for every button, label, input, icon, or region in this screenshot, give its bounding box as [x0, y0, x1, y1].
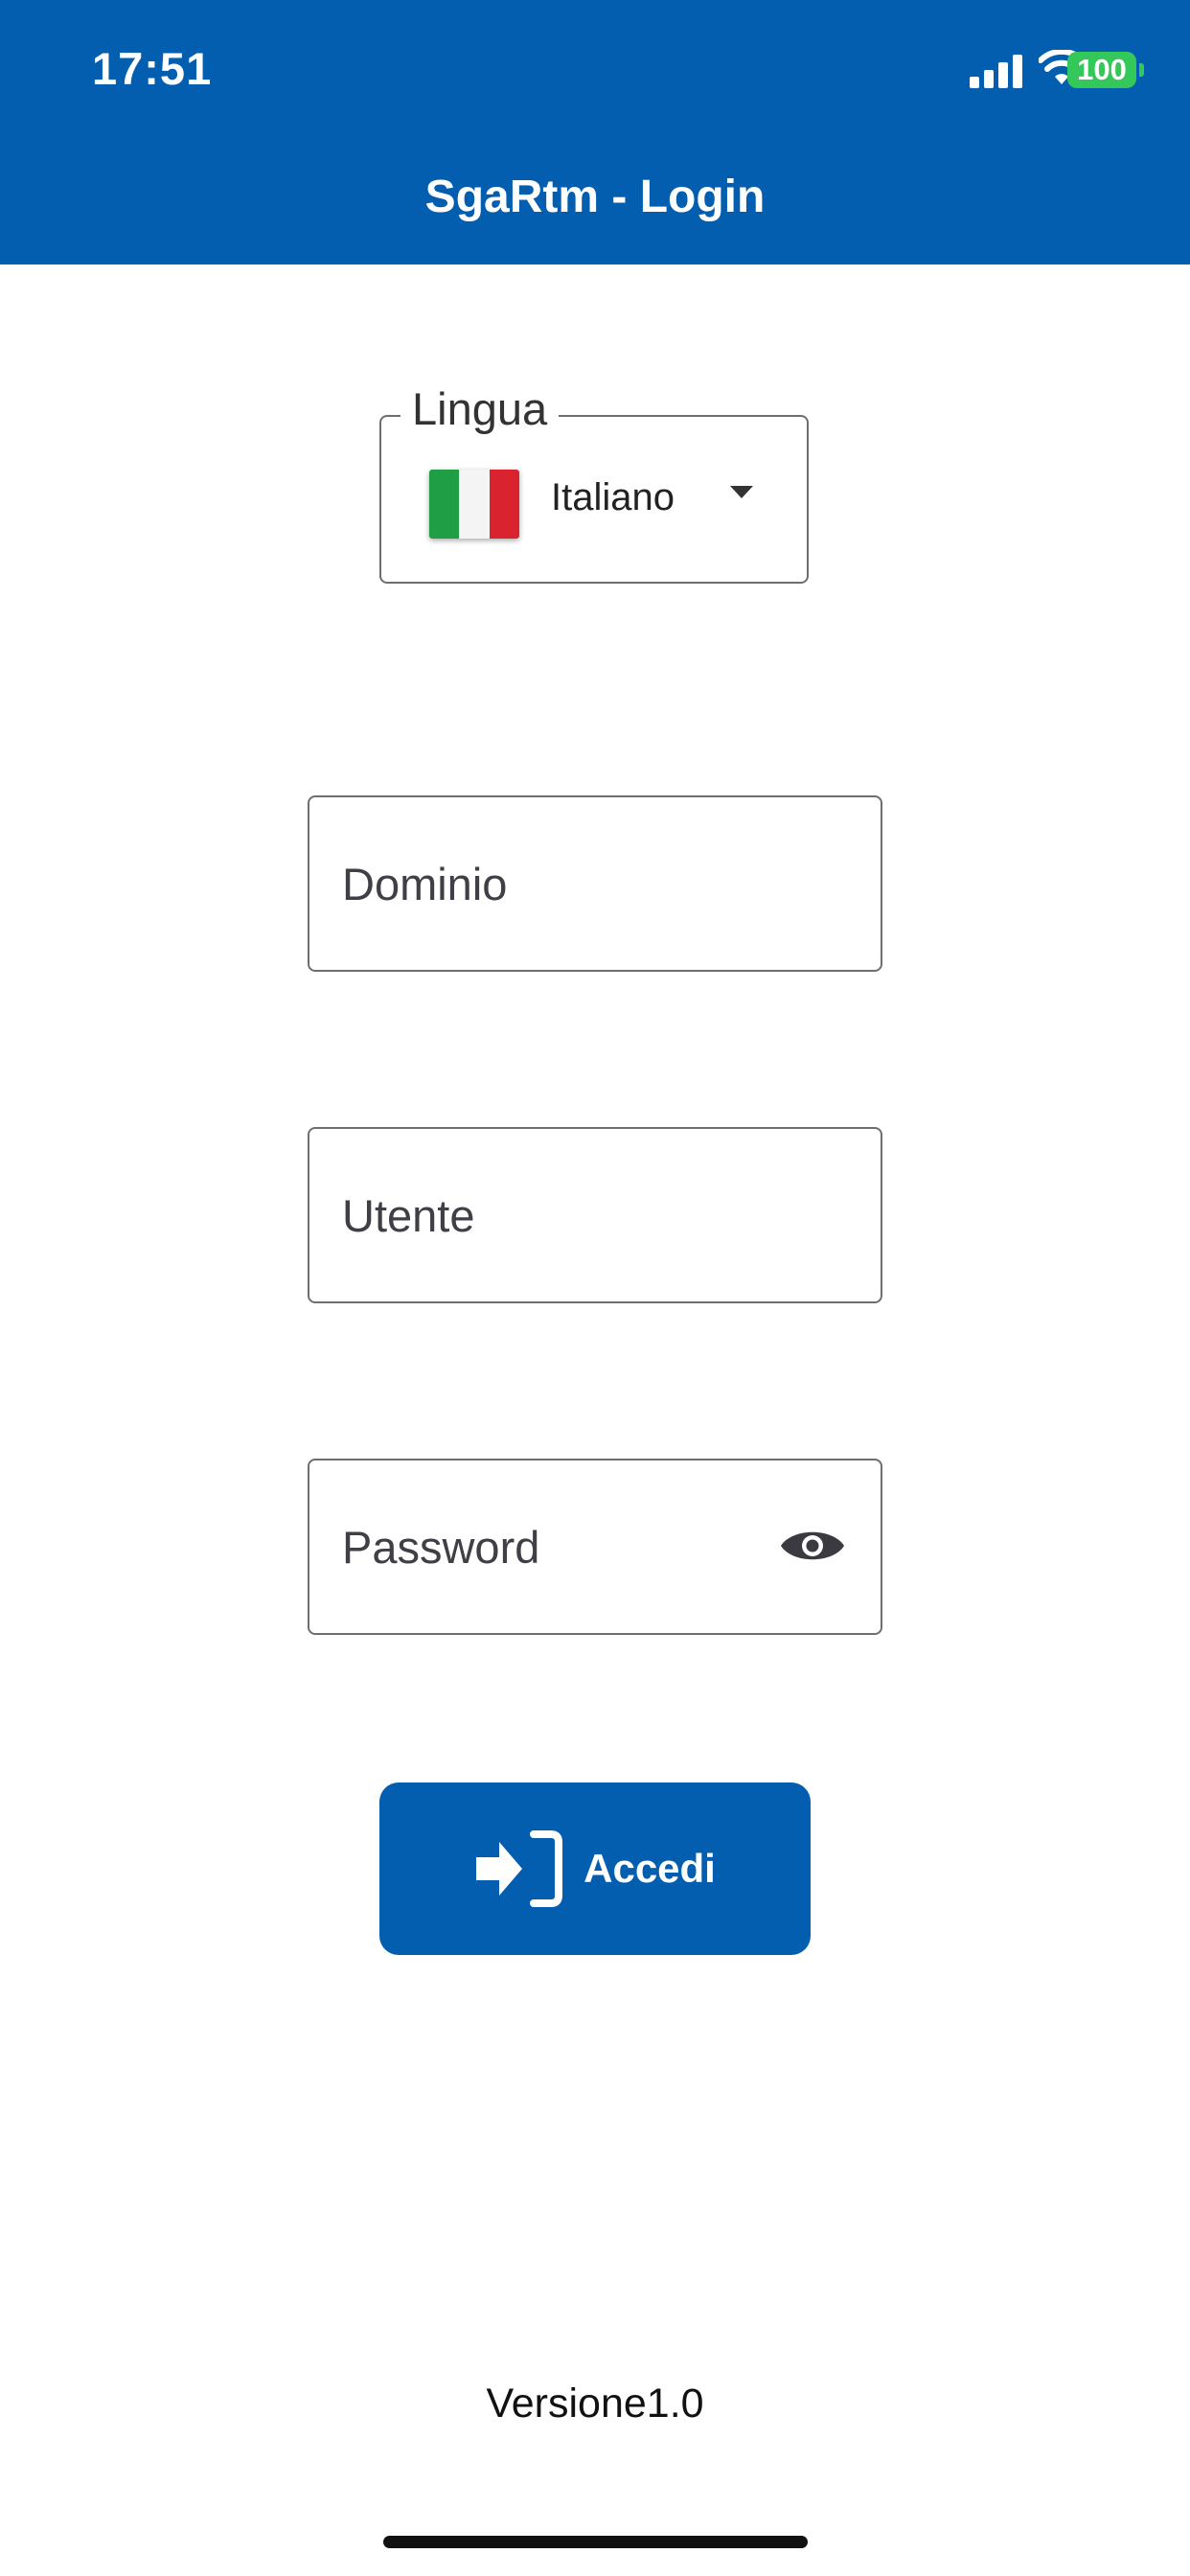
italy-flag-icon: [429, 470, 519, 539]
user-input[interactable]: [342, 1129, 792, 1301]
language-label: Lingua: [400, 382, 560, 435]
user-field[interactable]: [308, 1127, 882, 1303]
home-indicator[interactable]: [383, 2536, 808, 2548]
sign-in-icon: [476, 1830, 563, 1907]
app-header: 17:51 100 SgaRtm - Login: [0, 0, 1190, 264]
language-selected-value: Italiano: [551, 476, 675, 518]
login-button[interactable]: Accedi: [379, 1782, 811, 1955]
cellular-signal-icon: [970, 54, 1027, 88]
eye-icon[interactable]: [779, 1522, 846, 1570]
app-version: Versione1.0: [486, 2380, 704, 2426]
password-field[interactable]: [308, 1459, 882, 1635]
status-time: 17:51: [92, 43, 213, 94]
language-selector[interactable]: Lingua Italiano: [379, 382, 809, 584]
page-title: SgaRtm - Login: [424, 172, 766, 222]
password-input[interactable]: [342, 1460, 792, 1633]
login-button-label: Accedi: [584, 1846, 716, 1891]
battery-level: 100: [1077, 53, 1127, 86]
domain-field[interactable]: [308, 795, 882, 972]
domain-input[interactable]: [342, 797, 792, 970]
battery-indicator: 100: [1067, 52, 1144, 88]
caret-down-icon[interactable]: [730, 486, 753, 498]
